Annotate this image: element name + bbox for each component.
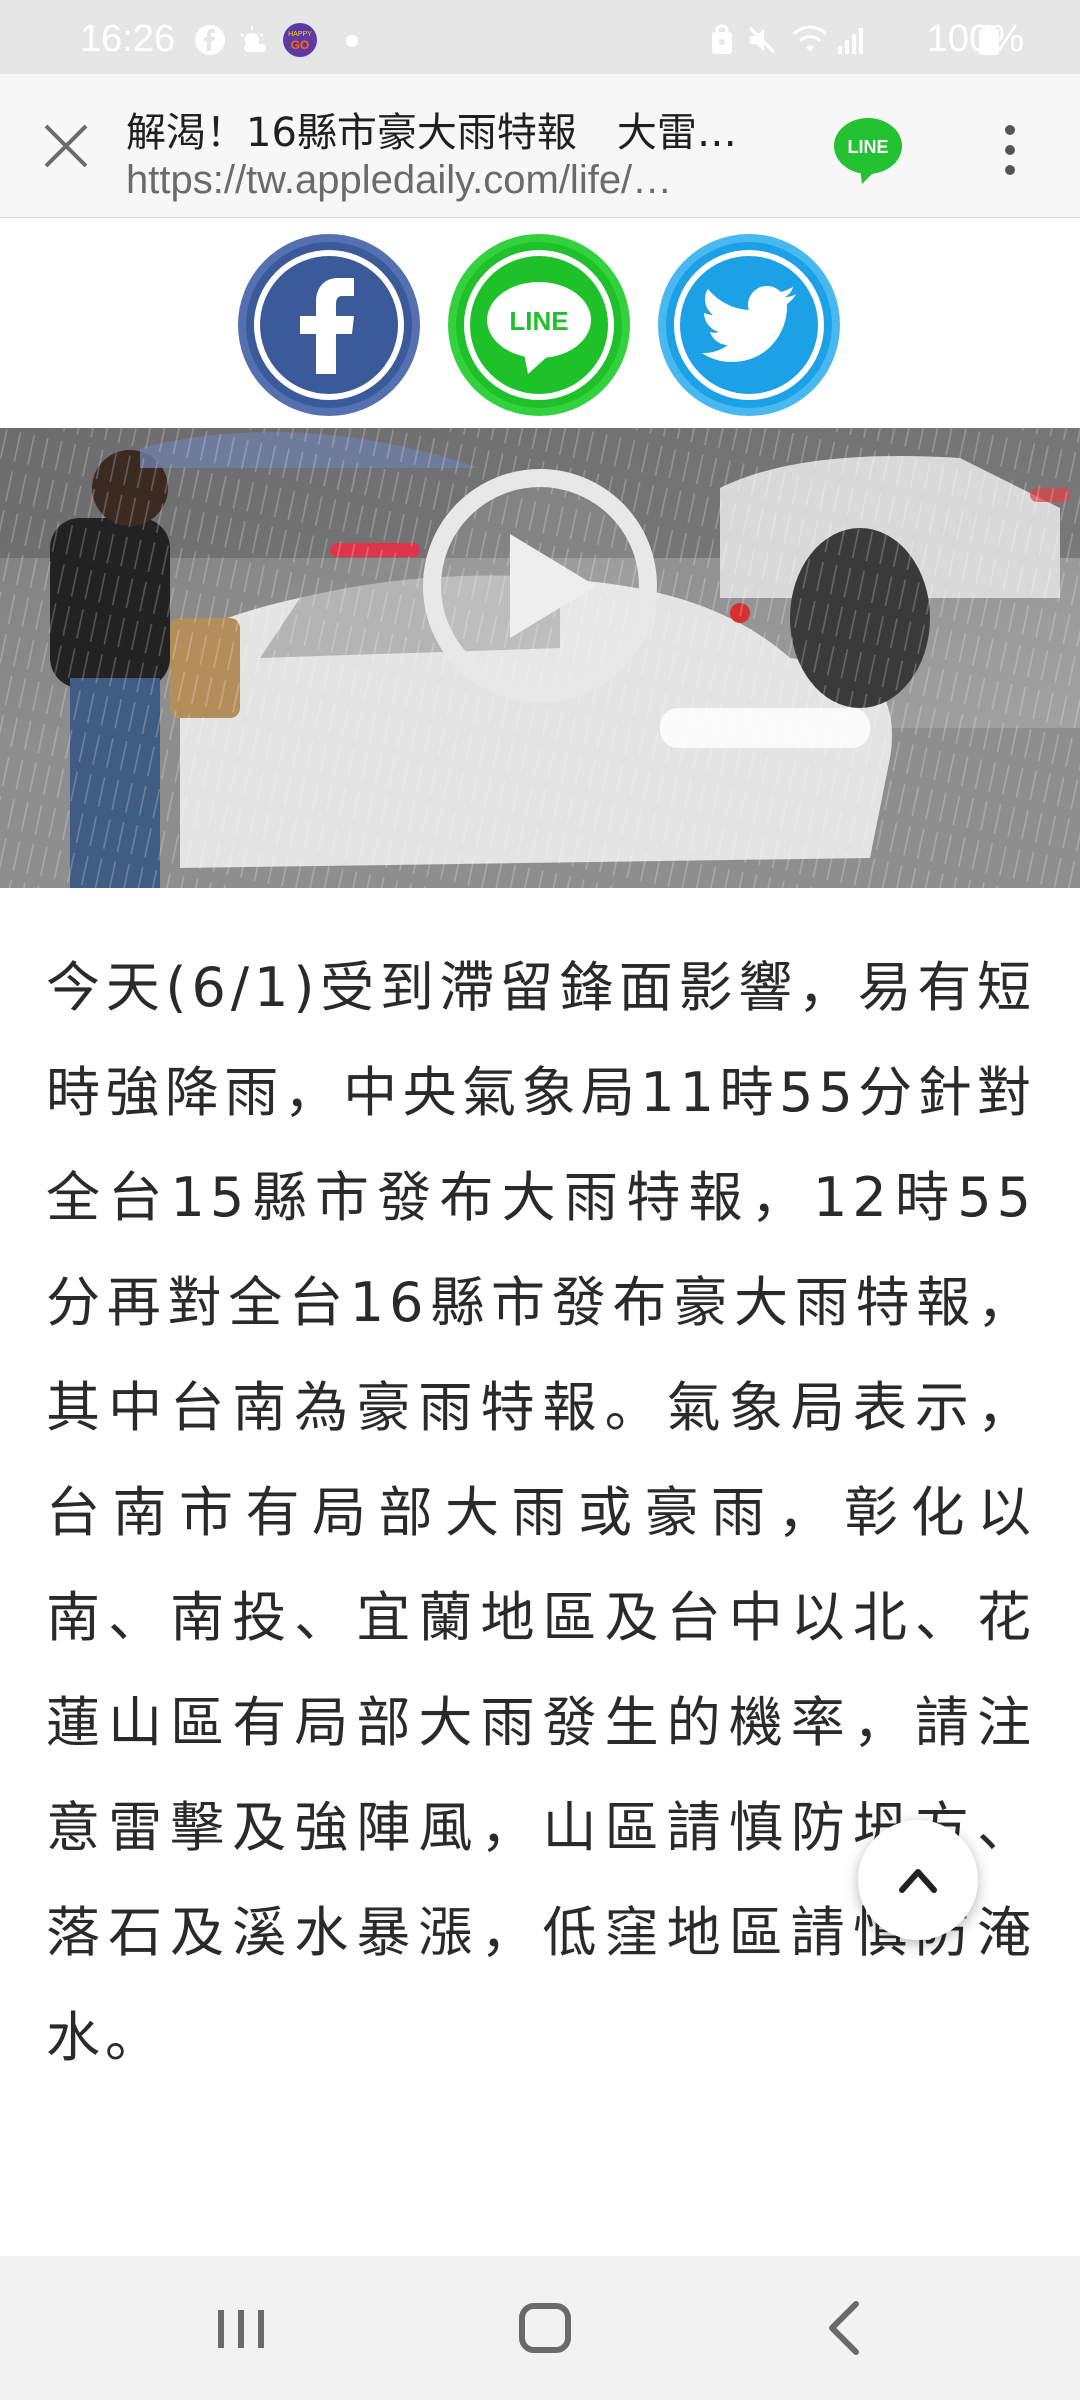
line-badge-text: LINE	[847, 137, 888, 157]
chevron-up-icon	[899, 1869, 937, 1893]
status-time: 16:26	[80, 18, 176, 60]
weather-icon	[240, 26, 266, 52]
page-title: 解渴！16縣市豪大雨特報 大雷…	[126, 110, 737, 156]
line-share-text: LINE	[509, 306, 568, 336]
facebook-icon	[195, 25, 225, 55]
twitter-bird-icon	[702, 286, 796, 362]
battery-icon	[979, 25, 999, 55]
facebook-share-button[interactable]	[238, 234, 420, 416]
more-options-icon[interactable]	[990, 122, 1030, 178]
status-bar: 16:26 HAPPY GO 100%	[0, 0, 1080, 74]
line-share-button[interactable]: LINE	[448, 234, 630, 416]
happy-go-app-icon: HAPPY GO	[283, 23, 317, 57]
mute-icon	[748, 26, 776, 54]
battery-percent: 100%	[926, 18, 1024, 60]
recent-apps-icon[interactable]	[196, 2296, 286, 2360]
svg-text:GO: GO	[291, 38, 310, 52]
facebook-icon	[300, 278, 354, 374]
video-player[interactable]	[0, 428, 1080, 888]
twitter-share-button[interactable]	[658, 234, 840, 416]
scroll-to-top-button[interactable]	[858, 1820, 978, 1940]
browser-toolbar: 解渴！16縣市豪大雨特報 大雷… https://tw.appledaily.c…	[0, 74, 1080, 218]
page-url[interactable]: https://tw.appledaily.com/life/…	[126, 158, 806, 203]
play-icon[interactable]	[420, 466, 660, 706]
wifi-icon	[792, 25, 828, 52]
back-icon[interactable]	[800, 2296, 890, 2360]
home-icon[interactable]	[500, 2296, 590, 2360]
share-buttons-row: LINE	[0, 218, 1080, 428]
close-icon[interactable]	[36, 116, 96, 176]
line-app-icon[interactable]: LINE	[832, 116, 904, 186]
line-icon: LINE	[487, 282, 591, 374]
system-navigation-bar	[0, 2256, 1080, 2400]
svg-text:HAPPY: HAPPY	[288, 31, 312, 38]
signal-icon	[838, 28, 863, 54]
dot-icon	[346, 35, 358, 47]
lock-icon	[712, 24, 732, 54]
